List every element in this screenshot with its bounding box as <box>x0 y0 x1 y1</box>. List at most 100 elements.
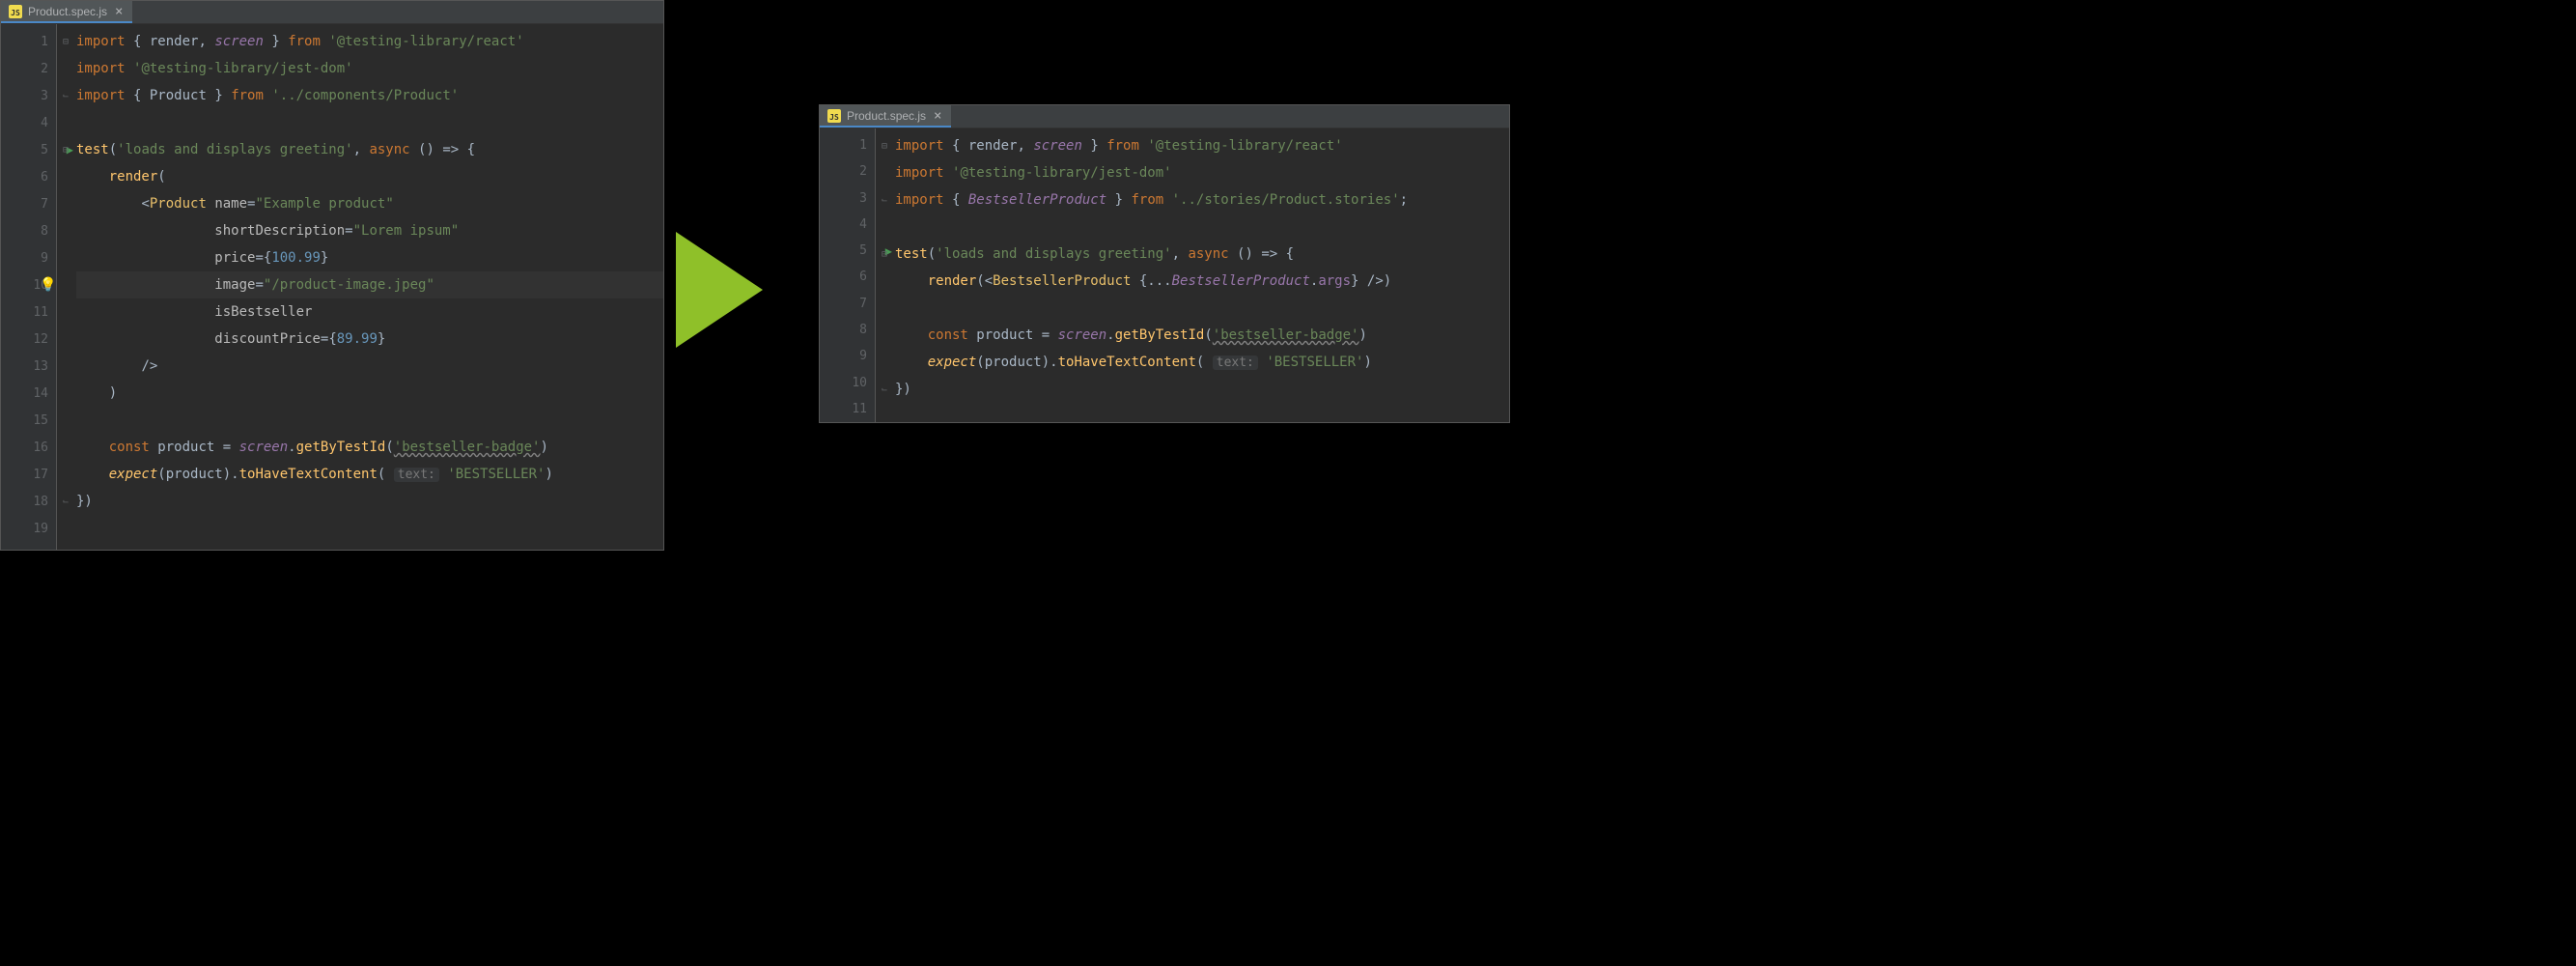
code-line[interactable]: ⌙}) <box>895 376 1509 403</box>
gutter-line[interactable]: 1 <box>820 132 875 158</box>
gutter-line[interactable]: 8 <box>1 217 56 244</box>
code-token <box>895 327 928 343</box>
gutter-line[interactable]: 14 <box>1 380 56 407</box>
code-line[interactable]: 💡 image="/product-image.jpeg" <box>76 271 663 298</box>
code-line[interactable]: ⊟import { render, screen } from '@testin… <box>76 28 663 55</box>
gutter-line[interactable]: 16 <box>1 434 56 461</box>
gutter-line[interactable]: 7 <box>820 291 875 317</box>
gutter-line[interactable]: 17 <box>1 461 56 488</box>
gutter-line[interactable]: 13 <box>1 353 56 380</box>
code-line[interactable]: render(<BestsellerProduct {...Bestseller… <box>895 268 1509 295</box>
code-token: name <box>214 196 247 212</box>
code-token: test <box>895 246 928 262</box>
gutter-line[interactable]: 4 <box>1 109 56 136</box>
gutter-line[interactable]: 5▶ <box>1 136 56 163</box>
code-token: "Example product" <box>255 196 393 212</box>
gutter-line[interactable]: 11 <box>820 396 875 422</box>
code-line[interactable]: const product = screen.getByTestId('best… <box>76 434 663 461</box>
code-token: ( <box>378 467 394 482</box>
gutter-line[interactable]: 15 <box>1 407 56 434</box>
gutter-line[interactable]: 1 <box>1 28 56 55</box>
gutter-line[interactable]: 18 <box>1 488 56 515</box>
code-line[interactable]: ⌙}) <box>76 488 663 515</box>
gutter-line[interactable]: 3 <box>1 82 56 109</box>
code-line[interactable]: ⊟test('loads and displays greeting', asy… <box>895 241 1509 268</box>
fold-icon[interactable]: ⊟ <box>63 37 69 47</box>
gutter-line[interactable]: 9 <box>1 244 56 271</box>
code-line[interactable]: render( <box>76 163 663 190</box>
gutter-line[interactable]: 2 <box>820 158 875 185</box>
code-token: = <box>255 250 263 266</box>
code-line[interactable] <box>895 403 1509 422</box>
code-area[interactable]: ⊟import { render, screen } from '@testin… <box>57 24 663 550</box>
code-line[interactable]: <Product name="Example product" <box>76 190 663 217</box>
code-token: price <box>214 250 255 266</box>
code-line[interactable]: import '@testing-library/jest-dom' <box>76 55 663 82</box>
code-token: (product). <box>157 467 238 482</box>
code-token <box>76 250 214 266</box>
code-line[interactable] <box>895 295 1509 322</box>
code-token: } <box>321 250 328 266</box>
code-line[interactable]: ⊟test('loads and displays greeting', asy… <box>76 136 663 163</box>
gutter-line[interactable]: 19 <box>1 515 56 542</box>
code-line[interactable] <box>76 109 663 136</box>
code-line[interactable] <box>76 407 663 434</box>
code-area[interactable]: ⊟import { render, screen } from '@testin… <box>876 128 1509 422</box>
code-line[interactable]: shortDescription="Lorem ipsum" <box>76 217 663 244</box>
fold-icon[interactable]: ⌙ <box>63 497 69 507</box>
fold-icon[interactable]: ⌙ <box>882 384 887 395</box>
tab-bar: JS Product.spec.js × <box>820 105 1509 128</box>
code-token: . <box>1310 273 1318 289</box>
code-line[interactable]: discountPrice={89.99} <box>76 326 663 353</box>
code-token: ( <box>1196 355 1213 370</box>
gutter-line[interactable]: 7 <box>1 190 56 217</box>
gutter-line[interactable]: 11 <box>1 298 56 326</box>
gutter-line[interactable]: 6 <box>820 264 875 290</box>
code-line[interactable]: expect(product).toHaveTextContent( text:… <box>895 349 1509 376</box>
code-line[interactable]: import '@testing-library/jest-dom' <box>895 159 1509 186</box>
line-number: 8 <box>859 323 867 337</box>
code-line[interactable] <box>895 213 1509 241</box>
code-line[interactable]: ) <box>76 380 663 407</box>
fold-icon[interactable]: ⌙ <box>63 91 69 101</box>
gutter-line[interactable]: 2 <box>1 55 56 82</box>
gutter-line[interactable]: 12 <box>1 326 56 353</box>
close-icon[interactable]: × <box>113 4 125 19</box>
gutter-line[interactable]: 9 <box>820 343 875 369</box>
gutter-line[interactable]: 6 <box>1 163 56 190</box>
file-tab[interactable]: JS Product.spec.js × <box>1 1 132 23</box>
code-line[interactable]: ⌙import { BestsellerProduct } from '../s… <box>895 186 1509 213</box>
fold-icon[interactable]: ⊟ <box>882 141 887 152</box>
gutter-line[interactable]: 10 <box>820 369 875 395</box>
code-line[interactable]: const product = screen.getByTestId('best… <box>895 322 1509 349</box>
close-icon[interactable]: × <box>932 108 943 124</box>
lightbulb-icon[interactable]: 💡 <box>40 277 56 293</box>
line-number: 8 <box>41 224 48 239</box>
code-token: args <box>1318 273 1351 289</box>
code-line[interactable]: price={100.99} <box>76 244 663 271</box>
fold-icon[interactable]: ⊟ <box>882 249 887 260</box>
code-line[interactable] <box>76 515 663 542</box>
code-line[interactable]: /> <box>76 353 663 380</box>
gutter-line[interactable]: 8 <box>820 317 875 343</box>
line-number: 9 <box>859 349 867 363</box>
gutter-line[interactable]: 3 <box>820 185 875 212</box>
code-line[interactable]: ⊟import { render, screen } from '@testin… <box>895 132 1509 159</box>
code-token: 'loads and displays greeting' <box>117 142 352 157</box>
line-number: 5 <box>859 243 867 258</box>
code-line[interactable]: expect(product).toHaveTextContent( text:… <box>76 461 663 488</box>
code-token: '../stories/Product.stories' <box>1172 192 1400 208</box>
code-line[interactable]: isBestseller <box>76 298 663 326</box>
code-token: => <box>1261 246 1277 262</box>
line-number: 6 <box>859 270 867 284</box>
fold-icon[interactable]: ⊟ <box>63 145 69 156</box>
gutter-line[interactable]: 4 <box>820 212 875 238</box>
gutter-line[interactable]: 5▶ <box>820 238 875 264</box>
code-token: ) <box>545 467 552 482</box>
line-number: 7 <box>859 297 867 311</box>
file-tab[interactable]: JS Product.spec.js × <box>820 105 951 128</box>
code-line[interactable]: ⌙import { Product } from '../components/… <box>76 82 663 109</box>
code-token: Product <box>150 196 214 212</box>
fold-icon[interactable]: ⌙ <box>882 195 887 206</box>
code-token: '@testing-library/react' <box>328 34 523 49</box>
